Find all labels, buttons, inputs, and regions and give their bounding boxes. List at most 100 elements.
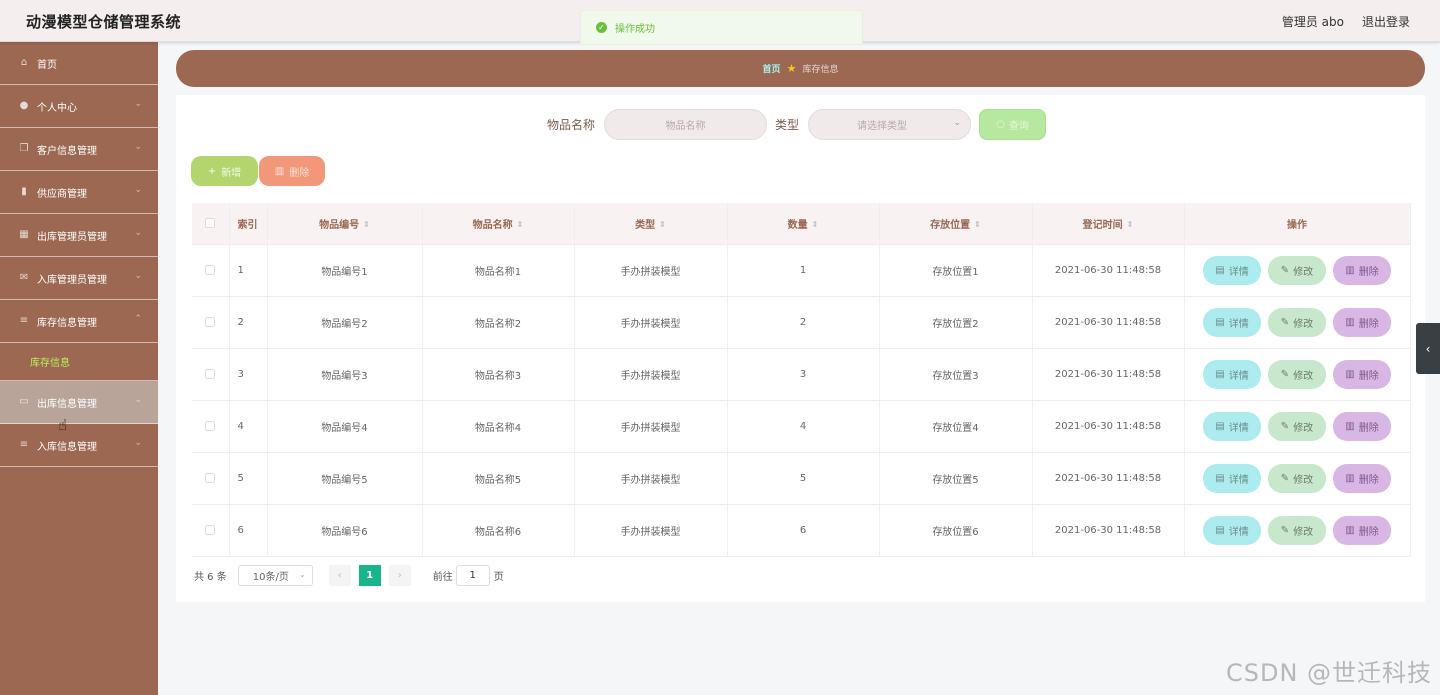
- edit-button-label: 修改: [1293, 318, 1314, 330]
- edit-button[interactable]: ✎ 修改: [1268, 515, 1326, 545]
- edit-button-label: 修改: [1293, 266, 1314, 278]
- cell-quantity: 2: [727, 296, 880, 349]
- delete-button[interactable]: ▥ 删除: [1333, 515, 1391, 545]
- add-button[interactable]: + 新增: [191, 156, 258, 186]
- trash-icon: ▮: [21, 186, 27, 197]
- watermark: CSDN @世迁科技: [1226, 659, 1433, 687]
- document-icon: ▤: [1215, 472, 1225, 484]
- edit-button[interactable]: ✎ 修改: [1268, 307, 1326, 337]
- sidebar-item-home[interactable]: ⌂ 首页: [0, 42, 158, 85]
- col-header-code[interactable]: 物品编号 ⇕: [267, 203, 423, 245]
- sort-icon[interactable]: ⇕: [974, 220, 981, 229]
- row-select-cell[interactable]: [192, 348, 230, 401]
- home-icon: ⌂: [20, 57, 28, 68]
- document-icon: ▤: [1215, 368, 1225, 380]
- delete-button[interactable]: ▥ 删除: [1333, 411, 1391, 441]
- next-page-button[interactable]: ›: [388, 565, 411, 586]
- cell-type: 手办拼装模型: [574, 348, 728, 401]
- row-select-cell[interactable]: [192, 504, 230, 557]
- sidebar-item-suppliers[interactable]: ▮ 供应商管理 ⌄: [0, 171, 158, 214]
- row-checkbox[interactable]: [205, 264, 216, 275]
- user-icon: ●: [19, 100, 29, 111]
- sidebar-item-outbound-admins[interactable]: ▦ 出库管理员管理 ⌄: [0, 214, 158, 257]
- table-row: 4 物品编号4 物品名称4 手办拼装模型 4 存放位置4 2021-06-30 11:48:…: [192, 400, 1411, 453]
- cell-location: 存放位置2: [879, 296, 1033, 349]
- select-all-cell[interactable]: [192, 203, 230, 245]
- detail-button[interactable]: ▤ 详情: [1203, 359, 1261, 389]
- detail-button[interactable]: ▤ 详情: [1203, 255, 1261, 285]
- action-buttons: + 新增 ▥ 删除: [191, 156, 325, 186]
- item-name-input[interactable]: 物品名称: [604, 109, 768, 140]
- sidebar-item-inbound-admins[interactable]: ✉ 入库管理员管理 ⌄: [0, 257, 158, 300]
- collapse-panel-tab[interactable]: ‹: [1416, 323, 1440, 374]
- goto-suffix: 页: [493, 572, 504, 583]
- delete-button[interactable]: ▥ 删除: [1333, 463, 1391, 493]
- row-checkbox[interactable]: [205, 420, 216, 431]
- sort-icon[interactable]: ⇕: [363, 220, 370, 229]
- sidebar-item-customers[interactable]: ❐ 客户信息管理 ⌄: [0, 128, 158, 171]
- edit-button[interactable]: ✎ 修改: [1268, 411, 1326, 441]
- edit-button[interactable]: ✎ 修改: [1268, 255, 1326, 285]
- col-header-quantity[interactable]: 数量 ⇕: [727, 203, 880, 245]
- logout-link[interactable]: 退出登录: [1362, 13, 1410, 30]
- detail-button[interactable]: ▤ 详情: [1203, 307, 1261, 337]
- breadcrumb-current: 库存信息: [802, 65, 839, 75]
- delete-button[interactable]: ▥ 删除: [1333, 359, 1391, 389]
- breadcrumb-home-link[interactable]: 首页: [763, 62, 781, 75]
- col-header-name[interactable]: 物品名称 ⇕: [422, 203, 575, 245]
- sidebar: ⌂ 首页 ● 个人中心 ⌄ ❐ 客户信息管理 ⌄ ▮ 供应商管理 ⌄ ▦ 出库管…: [0, 42, 158, 695]
- col-header-type[interactable]: 类型 ⇕: [574, 203, 728, 245]
- table-row: 6 物品编号6 物品名称6 手办拼装模型 6 存放位置6 2021-06-30 11:48:…: [192, 504, 1411, 557]
- type-select[interactable]: 请选择类型 ⌄: [808, 109, 972, 140]
- row-actions: ▤ 详情 ✎ 修改 ▥ 删除: [1185, 515, 1410, 545]
- detail-button[interactable]: ▤ 详情: [1203, 515, 1261, 545]
- cell-actions: ▤ 详情 ✎ 修改 ▥ 删除: [1184, 296, 1411, 349]
- sidebar-item-outbound[interactable]: ▭ 出库信息管理 ⌄: [0, 381, 158, 424]
- col-header-time[interactable]: 登记时间 ⇕: [1032, 203, 1185, 245]
- row-checkbox[interactable]: [205, 524, 216, 535]
- delete-button[interactable]: ▥ 删除: [1333, 255, 1391, 285]
- sidebar-subitem-inventory-info[interactable]: 库存信息: [0, 343, 158, 381]
- edit-button[interactable]: ✎ 修改: [1268, 463, 1326, 493]
- cell-actions: ▤ 详情 ✎ 修改 ▥ 删除: [1184, 504, 1411, 557]
- sidebar-item-profile[interactable]: ● 个人中心 ⌄: [0, 85, 158, 128]
- row-checkbox[interactable]: [205, 368, 216, 379]
- delete-button-label: 删除: [1358, 526, 1379, 538]
- row-checkbox[interactable]: [205, 472, 216, 483]
- page-number-current[interactable]: 1: [358, 565, 381, 586]
- batch-delete-button[interactable]: ▥ 删除: [259, 156, 325, 186]
- cell-location: 存放位置1: [879, 244, 1033, 297]
- pagination: 共 6 条 10条/页 ⌄ ‹ 1 › 前往 1 页: [194, 565, 504, 586]
- pencil-icon: ✎: [1280, 420, 1290, 432]
- query-button[interactable]: ○ 查询: [979, 109, 1047, 140]
- row-select-cell[interactable]: [192, 400, 230, 453]
- sidebar-item-inbound[interactable]: ≡ 入库信息管理 ⌄: [0, 424, 158, 467]
- row-checkbox[interactable]: [205, 316, 216, 327]
- goto-page-input[interactable]: 1: [455, 565, 490, 586]
- chevron-down-icon: ⌄: [299, 570, 306, 579]
- star-icon: ★: [786, 62, 797, 75]
- detail-button-label: 详情: [1228, 266, 1249, 278]
- type-label: 类型: [775, 118, 800, 132]
- detail-button[interactable]: ▤ 详情: [1203, 463, 1261, 493]
- sort-icon[interactable]: ⇕: [659, 220, 666, 229]
- row-select-cell[interactable]: [192, 296, 230, 349]
- row-actions: ▤ 详情 ✎ 修改 ▥ 删除: [1185, 255, 1410, 285]
- prev-page-button[interactable]: ‹: [328, 565, 351, 586]
- sidebar-item-inventory[interactable]: ≡ 库存信息管理 ⌃: [0, 300, 158, 343]
- cell-index: 4: [229, 400, 268, 453]
- sort-icon[interactable]: ⇕: [812, 220, 819, 229]
- col-header-location[interactable]: 存放位置 ⇕: [879, 203, 1033, 245]
- query-button-label: 查询: [1008, 121, 1029, 132]
- sort-icon[interactable]: ⇕: [1127, 220, 1134, 229]
- cell-actions: ▤ 详情 ✎ 修改 ▥ 删除: [1184, 348, 1411, 401]
- sidebar-item-label: 出库信息管理: [37, 398, 97, 410]
- delete-button[interactable]: ▥ 删除: [1333, 307, 1391, 337]
- sort-icon[interactable]: ⇕: [517, 220, 524, 229]
- page-size-select[interactable]: 10条/页 ⌄: [237, 565, 313, 586]
- row-select-cell[interactable]: [192, 244, 230, 297]
- select-all-checkbox[interactable]: [205, 217, 216, 228]
- row-select-cell[interactable]: [192, 452, 230, 505]
- edit-button[interactable]: ✎ 修改: [1268, 359, 1326, 389]
- detail-button[interactable]: ▤ 详情: [1203, 411, 1261, 441]
